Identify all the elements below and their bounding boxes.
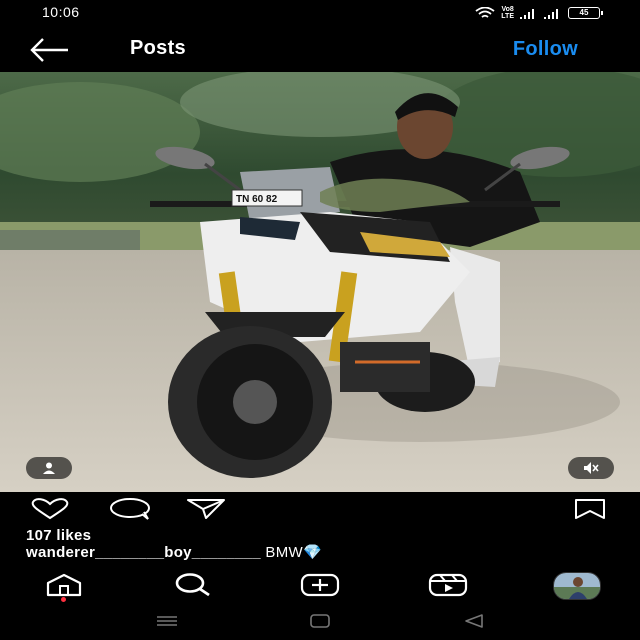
- nav-search[interactable]: [172, 573, 212, 602]
- arrow-left-icon: [30, 38, 68, 62]
- notification-dot: [61, 597, 66, 602]
- bottom-nav: [0, 565, 640, 605]
- recents-icon: [157, 616, 177, 626]
- reels-icon: [428, 573, 468, 597]
- recents-button[interactable]: [155, 613, 179, 634]
- android-nav-bar: [0, 605, 640, 640]
- nav-profile-avatar[interactable]: [553, 572, 601, 600]
- back-triangle-icon: [465, 614, 483, 628]
- save-button[interactable]: [572, 498, 608, 525]
- share-button[interactable]: [186, 498, 226, 525]
- nav-create[interactable]: [300, 573, 340, 602]
- back-triangle-button[interactable]: [462, 613, 486, 634]
- comment-bubble-icon: [110, 498, 150, 520]
- comment-button[interactable]: [108, 498, 152, 525]
- home-square-icon: [310, 614, 330, 628]
- user-tag-button[interactable]: [26, 457, 72, 479]
- post-image[interactable]: TN 60 82: [0, 72, 640, 492]
- gem-emoji: 💎: [302, 544, 322, 561]
- home-icon: [46, 573, 82, 597]
- profile-avatar: [554, 573, 600, 599]
- heart-outline-icon: [31, 498, 69, 520]
- post-photo: TN 60 82: [0, 72, 640, 492]
- volte-badge: Vo8 LTE: [501, 6, 514, 20]
- battery-icon: 45: [568, 7, 603, 19]
- wifi-icon: [475, 7, 495, 18]
- app-header: Posts Follow: [0, 26, 640, 72]
- paper-plane-icon: [187, 499, 225, 519]
- mute-button[interactable]: [568, 457, 614, 479]
- back-button[interactable]: [28, 36, 70, 64]
- follow-button[interactable]: Follow: [513, 38, 578, 61]
- caption-text: BMW: [265, 544, 303, 561]
- search-icon: [175, 573, 210, 597]
- volte-line2: LTE: [501, 13, 514, 20]
- home-square-button[interactable]: [308, 613, 332, 634]
- person-icon: [43, 462, 55, 474]
- post-actions: [0, 492, 640, 528]
- signal-icon-1: [520, 9, 534, 19]
- bookmark-icon: [575, 499, 605, 519]
- caption-username[interactable]: wanderer________boy________: [26, 544, 261, 561]
- signal-icon-2: [544, 9, 558, 19]
- volte-line1: Vo8: [501, 6, 514, 13]
- like-button[interactable]: [28, 498, 72, 525]
- create-icon: [300, 573, 340, 597]
- speaker-muted-icon: [584, 462, 599, 474]
- post-caption: wanderer________boy________ BMW💎: [26, 543, 322, 561]
- page-title: Posts: [130, 37, 186, 59]
- plate-text: TN 60 82: [236, 194, 278, 205]
- status-time: 10:06: [42, 4, 80, 20]
- likes-count[interactable]: 107 likes: [26, 527, 91, 544]
- nav-reels[interactable]: [428, 573, 468, 602]
- status-bar: 10:06 Vo8 LTE 45: [0, 0, 640, 26]
- status-icons: Vo8 LTE 45: [475, 6, 603, 20]
